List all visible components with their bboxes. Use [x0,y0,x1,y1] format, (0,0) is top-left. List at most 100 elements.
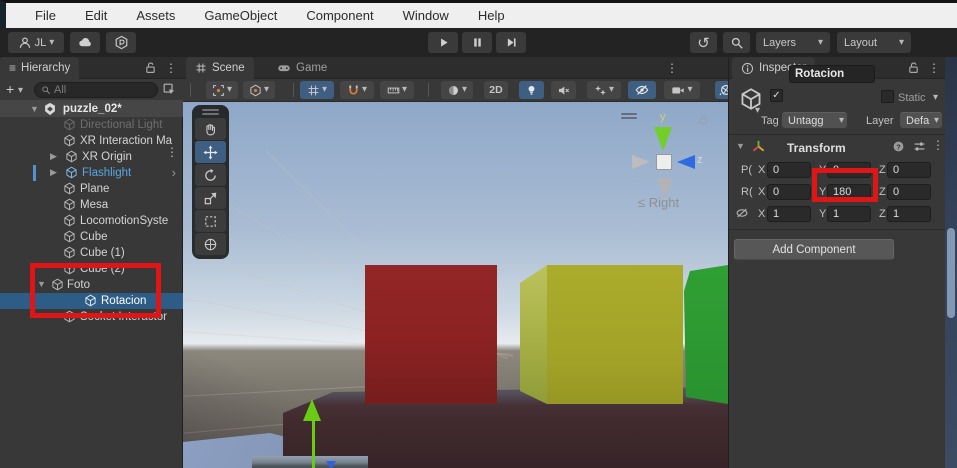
dropdown-arrow-icon[interactable]: ▾ [755,106,760,116]
active-checkbox[interactable]: ✓ [770,89,783,102]
layers-dropdown[interactable]: Layers ▾ [756,32,830,53]
expand-closed-icon[interactable]: ▶ [50,167,57,178]
foldout-open-icon[interactable]: ▼ [736,141,745,151]
move-gizmo-y-axis[interactable] [312,419,315,468]
scene-audio-button[interactable] [551,81,576,99]
menu-assets[interactable]: Assets [136,8,175,23]
cloud-button[interactable] [70,32,100,53]
tab-hierarchy[interactable]: ≡ Hierarchy [0,57,79,79]
green-cube-object[interactable] [682,265,728,404]
gameobject-name-field[interactable] [789,65,875,83]
expand-closed-icon[interactable]: ▶ [50,151,57,162]
window-edge-scrollbar[interactable] [945,57,957,468]
move-tool-button[interactable] [195,141,226,163]
global-search-button[interactable] [723,32,750,53]
menu-file[interactable]: File [35,8,56,23]
gizmo-z-cone[interactable] [677,155,695,169]
position-z-field[interactable]: 0 [887,162,931,178]
rotation-x-field[interactable]: 0 [767,184,811,200]
pick-object-icon[interactable] [162,82,176,96]
tool-handle-rotation-button[interactable]: ▾ [243,81,275,99]
scale-x-field[interactable]: 1 [767,206,811,222]
lock-icon[interactable] [144,61,157,74]
menu-gameobject[interactable]: GameObject [204,8,277,23]
scene-camera-button[interactable]: ▾ [664,81,700,99]
scene-asset-row[interactable]: ▼ puzzle_02* ⋮ [0,100,183,117]
hand-tool-button[interactable] [195,118,226,140]
hierarchy-search-field[interactable] [34,82,158,98]
search-input[interactable] [54,84,134,96]
snap-increment-button[interactable]: ▾ [380,81,414,99]
gizmo-lock-icon[interactable] [698,114,709,125]
toggle-2d-button[interactable]: 2D [484,81,508,99]
draw-mode-button[interactable]: ▾ [441,81,473,99]
plastic-scm-button[interactable] [106,32,136,53]
expand-open-icon[interactable]: ▼ [30,104,39,114]
create-plus-button[interactable]: + [6,81,14,97]
rotate-tool-button[interactable] [195,164,226,186]
grey-slab-object[interactable] [252,456,368,468]
hierarchy-item-mesa[interactable]: Mesa [0,197,183,213]
menu-help[interactable]: Help [478,8,505,23]
hierarchy-item-flashlight[interactable]: ▶ Flashlight › [0,165,183,181]
hierarchy-item-plane[interactable]: Plane [0,181,183,197]
rect-tool-button[interactable] [195,210,226,232]
dropdown-arrow-icon[interactable]: ▾ [18,86,23,96]
account-button[interactable]: JL ▾ [8,32,64,53]
hierarchy-item-directional-light[interactable]: Directional Light [0,117,183,133]
view-orientation-label[interactable]: ≤ Right [638,195,679,210]
menu-window[interactable]: Window [403,8,449,23]
presets-icon[interactable] [913,140,926,153]
hierarchy-item-cube-1[interactable]: Cube (1) [0,245,183,261]
rotation-z-field[interactable]: 0 [887,184,931,200]
snap-toggle-button[interactable]: ▾ [340,81,374,99]
undo-history-button[interactable]: ↺ [690,32,717,53]
position-x-field[interactable]: 0 [767,162,811,178]
scrollbar-thumb[interactable] [947,228,955,318]
kebab-menu-icon[interactable]: ⋮ [932,138,944,152]
kebab-menu-icon[interactable]: ⋮ [165,61,177,75]
tab-game[interactable]: Game [268,57,336,79]
menu-edit[interactable]: Edit [85,8,107,23]
scene-lighting-button[interactable] [519,81,544,99]
dropdown-arrow-icon[interactable]: ▾ [933,93,938,103]
step-button[interactable] [496,32,526,53]
kebab-menu-icon[interactable]: ⋮ [928,61,940,75]
layer-dropdown[interactable]: Defa ▾ [900,112,942,128]
scene-effects-button[interactable]: ▾ [587,81,621,99]
gizmo-drag-handle[interactable] [621,113,637,115]
lock-icon[interactable] [907,61,920,74]
gizmo-y-label[interactable]: y [660,111,666,123]
hidden-objects-button[interactable] [628,81,656,99]
scene-viewport[interactable]: y z ≤ Right [183,102,728,468]
scale-y-field[interactable]: 1 [827,206,871,222]
scale-z-field[interactable]: 1 [887,206,931,222]
scale-tool-button[interactable] [195,187,226,209]
hierarchy-item-xr-origin[interactable]: ▶ XR Origin [0,149,183,165]
add-component-button[interactable]: Add Component [734,239,894,260]
layout-dropdown[interactable]: Layout ▾ [837,32,911,53]
gizmo-x-cone[interactable] [632,155,650,169]
static-checkbox[interactable] [881,90,894,103]
overlay-drag-handle[interactable] [202,109,219,111]
menu-component[interactable]: Component [306,8,373,23]
tab-scene[interactable]: Scene [186,57,254,79]
transform-tool-button[interactable] [195,233,226,255]
hierarchy-item-locomotionsystem[interactable]: LocomotionSyste [0,213,183,229]
pause-button[interactable] [462,32,492,53]
gizmo-z-label[interactable]: z [697,154,703,166]
play-button[interactable] [428,32,458,53]
gizmo-center-cube[interactable] [656,154,672,170]
move-gizmo-y-cone[interactable] [303,399,321,421]
move-gizmo-z-cone[interactable] [326,461,336,468]
kebab-menu-icon[interactable]: ⋮ [666,61,678,75]
grid-visibility-button[interactable]: ▾ [300,81,334,99]
overlay-drag-handle[interactable] [202,113,219,115]
hierarchy-item-xr-interaction-manager[interactable]: XR Interaction Ma [0,133,183,149]
tag-dropdown[interactable]: Untagg ▾ [782,112,847,128]
yellow-cube-object[interactable] [520,265,683,404]
prefab-nav-icon[interactable]: › [172,165,176,180]
gizmo-drag-handle[interactable] [621,117,637,119]
tool-settings-button[interactable]: ▾ [206,81,238,99]
gizmo-y-cone[interactable] [654,127,672,151]
